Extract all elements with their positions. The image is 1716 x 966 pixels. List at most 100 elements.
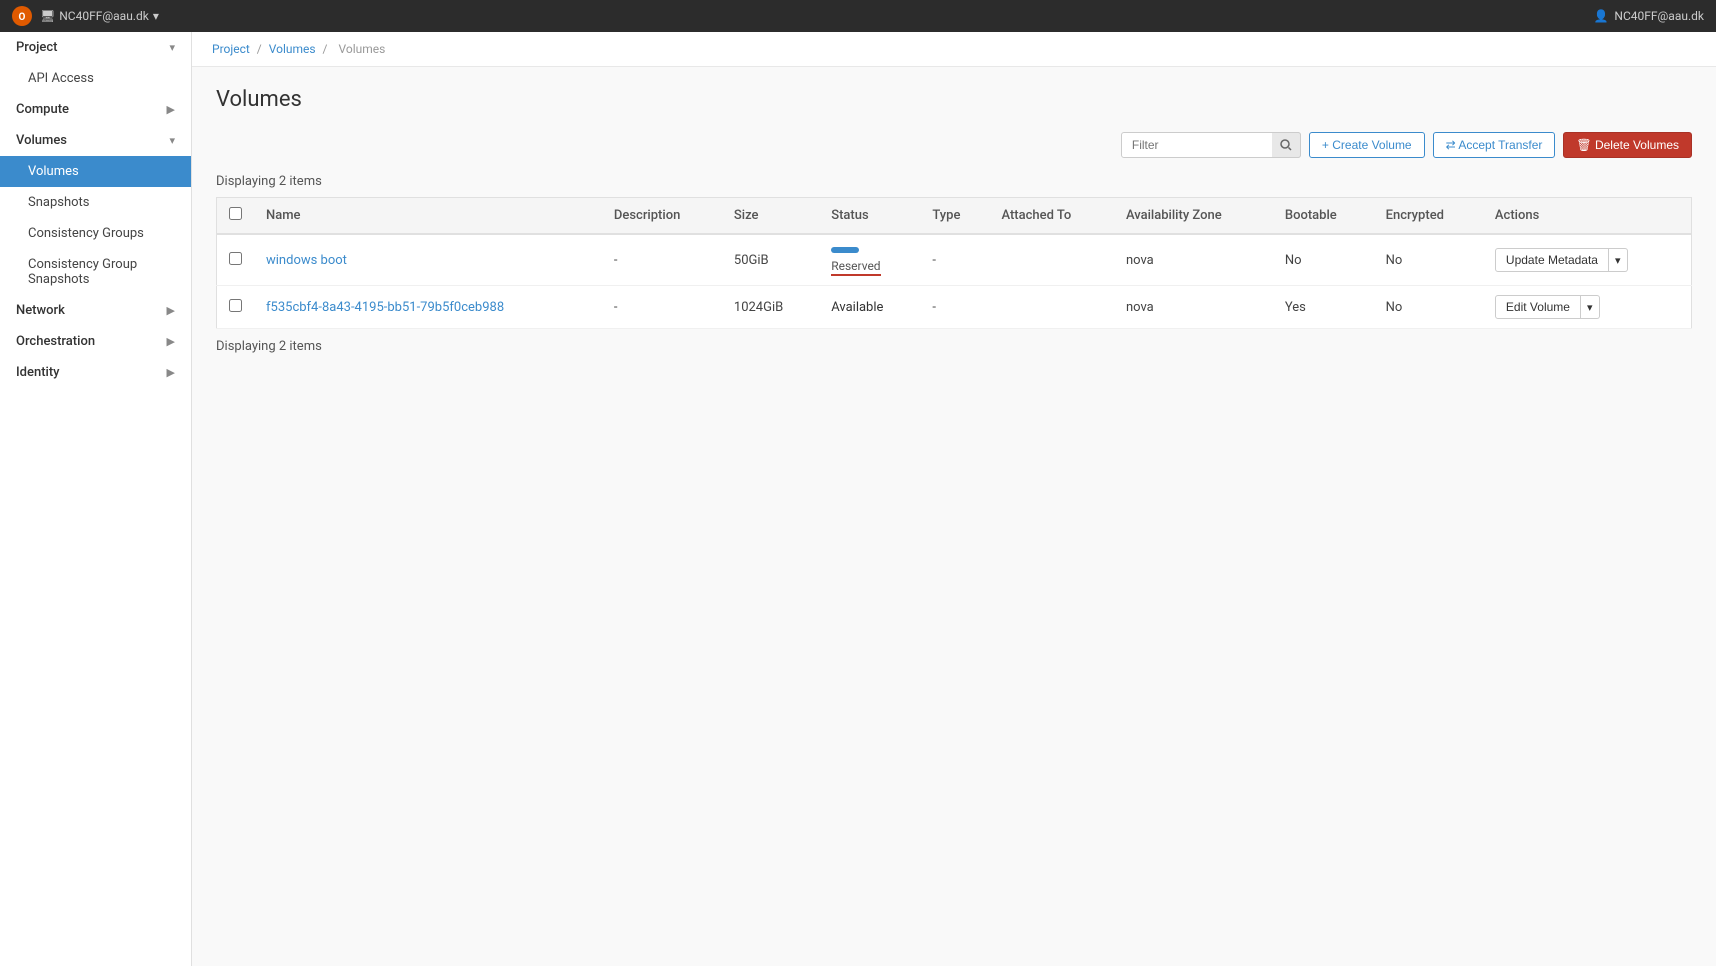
row-availability-zone: nova — [1114, 234, 1273, 286]
status-badge — [831, 247, 859, 253]
select-all-header[interactable] — [217, 198, 255, 235]
sidebar-item-compute[interactable]: Compute ▶ — [0, 94, 191, 125]
col-header-status: Status — [819, 198, 920, 235]
sidebar-item-label: Network — [16, 303, 65, 318]
row-status: Available — [819, 286, 920, 329]
breadcrumb: Project / Volumes / Volumes — [192, 32, 1716, 67]
app-logo: O — [12, 6, 32, 26]
sidebar-item-label: Identity — [16, 365, 60, 380]
search-icon — [1280, 139, 1292, 151]
chevron-right-icon: ▶ — [167, 304, 175, 317]
row-name: windows boot — [254, 234, 602, 286]
row-status: Reserved — [819, 234, 920, 286]
chevron-right-icon: ▶ — [167, 335, 175, 348]
sidebar-item-network[interactable]: Network ▶ — [0, 295, 191, 326]
chevron-down-icon: ▾ — [153, 9, 159, 23]
sidebar: Project ▾ API Access Compute ▶ Volumes ▾… — [0, 32, 192, 966]
user-label: NC40FF@aau.dk — [1614, 9, 1704, 23]
col-header-actions: Actions — [1483, 198, 1692, 235]
table-row: windows boot - 50GiB Reserved - nova — [217, 234, 1692, 286]
sidebar-item-identity[interactable]: Identity ▶ — [0, 357, 191, 388]
action-dropdown-button[interactable]: ▾ — [1581, 295, 1600, 319]
sidebar-item-volumes-sub[interactable]: Volumes — [0, 156, 191, 187]
sidebar-item-consistency-group-snapshots[interactable]: Consistency Group Snapshots — [0, 249, 191, 295]
row-encrypted: No — [1374, 286, 1483, 329]
sidebar-item-label: API Access — [28, 71, 94, 86]
sidebar-item-label: Volumes — [16, 133, 67, 148]
col-header-encrypted: Encrypted — [1374, 198, 1483, 235]
breadcrumb-separator: / — [323, 42, 331, 56]
table-row: f535cbf4-8a43-4195-bb51-79b5f0ceb988 - 1… — [217, 286, 1692, 329]
row-type: - — [920, 234, 989, 286]
sidebar-item-label: Volumes — [28, 164, 79, 179]
col-header-description: Description — [602, 198, 722, 235]
toolbar: + Create Volume ⇄ Accept Transfer 🗑 Dele… — [216, 132, 1692, 158]
sidebar-item-volumes[interactable]: Volumes ▾ — [0, 125, 191, 156]
row-encrypted: No — [1374, 234, 1483, 286]
row-description: - — [602, 234, 722, 286]
user-icon: 👤 — [1593, 9, 1608, 23]
sidebar-item-label: Consistency Groups — [28, 226, 144, 241]
table-body: windows boot - 50GiB Reserved - nova — [217, 234, 1692, 329]
breadcrumb-separator: / — [257, 42, 265, 56]
topbar-left: O 🖥 NC40FF@aau.dk ▾ — [12, 6, 159, 26]
sidebar-item-api-access[interactable]: API Access — [0, 63, 191, 94]
row-type: - — [920, 286, 989, 329]
content-area: Project / Volumes / Volumes Volumes + Cr… — [192, 32, 1716, 966]
update-metadata-button[interactable]: Update Metadata — [1495, 248, 1609, 272]
edit-volume-button[interactable]: Edit Volume — [1495, 295, 1581, 319]
row-size: 50GiB — [722, 234, 819, 286]
row-checkbox[interactable] — [229, 252, 242, 265]
breadcrumb-current: Volumes — [338, 42, 385, 56]
row-size: 1024GiB — [722, 286, 819, 329]
sidebar-item-label: Compute — [16, 102, 69, 117]
table-display-count-bottom: Displaying 2 items — [216, 339, 1692, 354]
filter-wrapper — [1121, 132, 1301, 158]
delete-volumes-button[interactable]: 🗑 Delete Volumes — [1563, 132, 1692, 158]
volume-name-link[interactable]: f535cbf4-8a43-4195-bb51-79b5f0ceb988 — [266, 300, 504, 315]
create-volume-button[interactable]: + Create Volume — [1309, 132, 1425, 158]
chevron-down-icon: ▾ — [169, 41, 175, 54]
row-checkbox-cell[interactable] — [217, 234, 255, 286]
chevron-right-icon: ▶ — [167, 103, 175, 116]
select-all-checkbox[interactable] — [229, 207, 242, 220]
col-header-type: Type — [920, 198, 989, 235]
sidebar-item-label: Consistency Group Snapshots — [28, 257, 175, 287]
row-name: f535cbf4-8a43-4195-bb51-79b5f0ceb988 — [254, 286, 602, 329]
action-group: Update Metadata ▾ — [1495, 248, 1679, 272]
row-checkbox-cell[interactable] — [217, 286, 255, 329]
breadcrumb-project[interactable]: Project — [212, 42, 250, 56]
main-layout: Project ▾ API Access Compute ▶ Volumes ▾… — [0, 32, 1716, 966]
col-header-name: Name — [254, 198, 602, 235]
row-bootable: No — [1273, 234, 1374, 286]
table-display-count-top: Displaying 2 items — [216, 174, 1692, 189]
chevron-right-icon: ▶ — [167, 366, 175, 379]
sidebar-item-snapshots[interactable]: Snapshots — [0, 187, 191, 218]
col-header-attached-to: Attached To — [989, 198, 1114, 235]
row-actions: Update Metadata ▾ — [1483, 234, 1692, 286]
volume-name-link[interactable]: windows boot — [266, 253, 347, 268]
status-reserved-label: Reserved — [831, 259, 880, 276]
row-actions: Edit Volume ▾ — [1483, 286, 1692, 329]
col-header-size: Size — [722, 198, 819, 235]
row-attached-to — [989, 286, 1114, 329]
col-header-availability-zone: Availability Zone — [1114, 198, 1273, 235]
accept-transfer-button[interactable]: ⇄ Accept Transfer — [1433, 132, 1556, 158]
action-group: Edit Volume ▾ — [1495, 295, 1679, 319]
sidebar-item-orchestration[interactable]: Orchestration ▶ — [0, 326, 191, 357]
filter-search-button[interactable] — [1272, 132, 1301, 158]
row-bootable: Yes — [1273, 286, 1374, 329]
row-checkbox[interactable] — [229, 299, 242, 312]
project-selector[interactable]: 🖥 NC40FF@aau.dk ▾ — [40, 9, 159, 23]
action-dropdown-button[interactable]: ▾ — [1609, 248, 1628, 272]
sidebar-item-project[interactable]: Project ▾ — [0, 32, 191, 63]
monitor-icon: 🖥 — [40, 9, 55, 23]
chevron-down-icon: ▾ — [169, 134, 175, 147]
sidebar-item-consistency-groups[interactable]: Consistency Groups — [0, 218, 191, 249]
breadcrumb-volumes[interactable]: Volumes — [269, 42, 316, 56]
volumes-table: Name Description Size Status Type Attach… — [216, 197, 1692, 329]
topbar-right: 👤 NC40FF@aau.dk — [1593, 9, 1704, 23]
row-attached-to — [989, 234, 1114, 286]
sidebar-item-label: Snapshots — [28, 195, 90, 210]
row-description: - — [602, 286, 722, 329]
